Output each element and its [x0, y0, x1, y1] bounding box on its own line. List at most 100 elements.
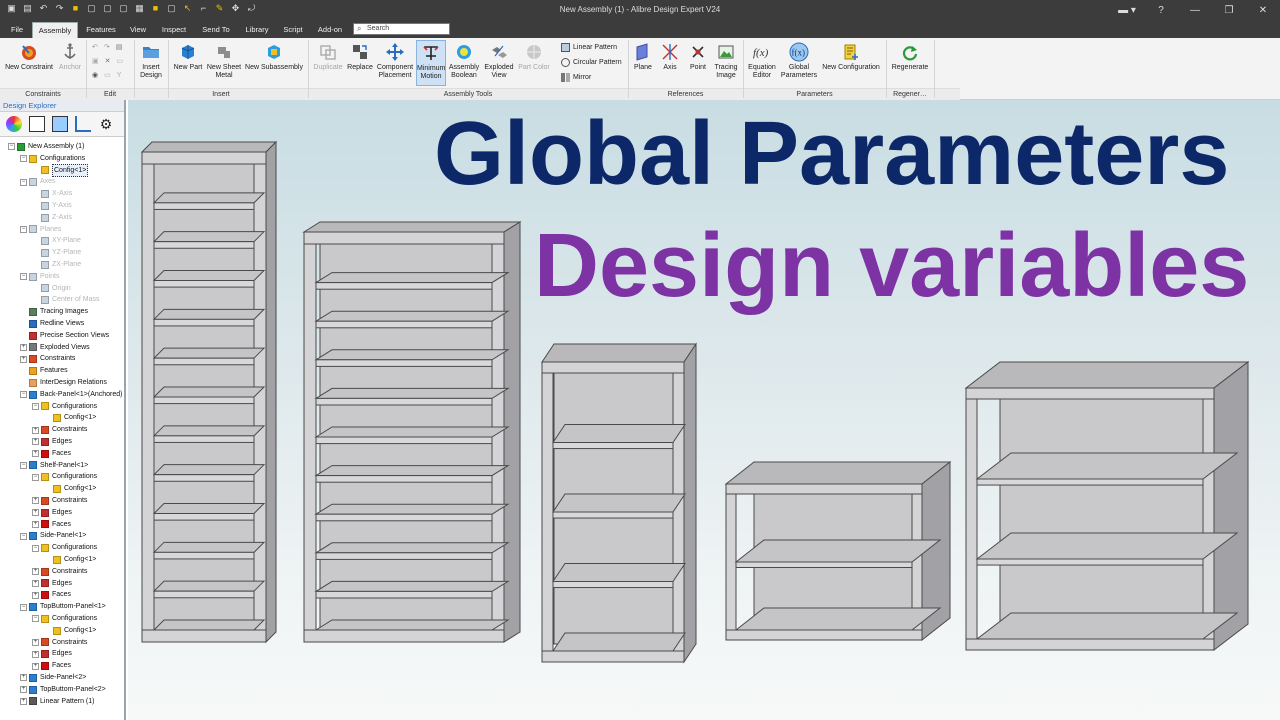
tree-item[interactable]: + Edges — [32, 578, 72, 590]
tree-item[interactable]: − Configurations — [32, 542, 97, 554]
replace-button[interactable]: Replace — [346, 42, 374, 72]
tree-item[interactable]: + Faces — [32, 519, 71, 531]
tree-item[interactable]: − Shelf-Panel<1> — [20, 460, 88, 472]
tree-item[interactable]: +Config<1> — [44, 625, 96, 637]
tree-item[interactable]: +Config<1> — [32, 163, 89, 178]
collapse-toggle[interactable]: − — [32, 473, 39, 481]
tree-item[interactable]: +Tracing Images — [20, 306, 88, 318]
tree-item[interactable]: +ZX-Plane — [32, 259, 81, 271]
mirror-button[interactable]: Mirror — [561, 73, 591, 82]
collapse-toggle[interactable]: − — [20, 155, 27, 163]
filter-icon[interactable]: Y — [117, 72, 122, 79]
tree-item[interactable]: +Z-Axis — [32, 212, 72, 224]
tree-item[interactable]: +Precise Section Views — [20, 330, 109, 342]
expand-toggle[interactable]: + — [20, 697, 27, 705]
tree-item[interactable]: − Configurations — [32, 613, 97, 625]
collapse-toggle[interactable]: − — [32, 615, 39, 623]
tree-item[interactable]: − Configurations — [32, 471, 97, 483]
tab-script[interactable]: Script — [278, 22, 308, 38]
part-color-button[interactable]: Part Color — [516, 42, 552, 72]
search-input[interactable]: ⌕ Search — [353, 23, 450, 35]
collapse-toggle[interactable]: − — [20, 532, 27, 540]
tree-item[interactable]: +Features — [20, 365, 68, 377]
expand-toggle[interactable]: + — [32, 450, 39, 458]
tree-item[interactable]: + TopButtom-Panel<2> — [20, 684, 106, 696]
tree-item[interactable]: + Exploded Views — [20, 342, 90, 354]
collapse-toggle[interactable]: − — [32, 402, 39, 410]
tree-item[interactable]: + Faces — [32, 589, 71, 601]
circular-pattern-button[interactable]: Circular Pattern — [561, 58, 622, 67]
tree-item[interactable]: − Back-Panel<1>(Anchored) — [20, 389, 123, 401]
minimum-motion-button[interactable]: Minimum Motion — [416, 40, 446, 86]
expand-toggle[interactable]: + — [32, 426, 39, 434]
tree-item[interactable]: + Linear Pattern (1) — [20, 696, 94, 708]
tree-item[interactable]: + Constraints — [32, 566, 87, 578]
expand-toggle[interactable]: + — [32, 638, 39, 646]
tree-item[interactable]: +Origin — [32, 283, 71, 295]
undo-icon[interactable]: ↶ — [92, 43, 98, 51]
expand-toggle[interactable]: + — [32, 568, 39, 576]
tree-item[interactable]: + Constraints — [32, 637, 87, 649]
tree-item[interactable]: +Config<1> — [44, 483, 96, 495]
new-part-button[interactable]: New Part — [172, 42, 204, 72]
tree-item[interactable]: − Side-Panel<1> — [20, 530, 86, 542]
panel-menu-icon[interactable]: ▬ ▾ — [1110, 0, 1144, 21]
axis-button[interactable]: Axis — [658, 42, 682, 72]
close-button[interactable]: ✕ — [1246, 0, 1280, 21]
tree-item[interactable]: +Y-Axis — [32, 200, 72, 212]
sketch-icon[interactable]: ▭ — [117, 57, 124, 65]
collapse-toggle[interactable]: − — [20, 225, 27, 233]
expand-toggle[interactable]: + — [20, 674, 27, 682]
regenerate-button[interactable]: Regenerate — [890, 42, 930, 72]
expand-toggle[interactable]: + — [20, 355, 27, 363]
new-constraint-button[interactable]: New Constraint — [3, 42, 55, 72]
collapse-toggle[interactable]: − — [20, 273, 27, 281]
3d-viewport[interactable]: Global Parameters Design variables — [128, 100, 1280, 720]
monitor-icon[interactable] — [52, 116, 68, 132]
collapse-toggle[interactable]: − — [20, 603, 27, 611]
maximize-button[interactable]: ❐ — [1212, 0, 1246, 21]
tree-item[interactable]: + Constraints — [20, 353, 75, 365]
tree-item[interactable]: + Edges — [32, 436, 72, 448]
expand-toggle[interactable]: + — [32, 509, 39, 517]
properties-icon[interactable]: ▤ — [116, 43, 123, 51]
tab-library[interactable]: Library — [238, 22, 276, 38]
global-parameters-button[interactable]: f(x) Global Parameters — [780, 42, 818, 80]
help-icon[interactable]: ? — [1144, 0, 1178, 21]
document-icon[interactable] — [29, 116, 45, 132]
minimize-button[interactable]: — — [1178, 0, 1212, 21]
suppress-icon[interactable]: ▭ — [104, 71, 111, 79]
tree-item[interactable]: +Config<1> — [44, 554, 96, 566]
tab-inspect[interactable]: Inspect — [154, 22, 194, 38]
expand-toggle[interactable]: + — [32, 520, 39, 528]
assembly-boolean-button[interactable]: Assembly Boolean — [448, 42, 480, 80]
tree-item[interactable]: +Center of Mass — [32, 294, 99, 306]
tree-item[interactable]: − TopButtom-Panel<1> — [20, 601, 106, 613]
tab-view[interactable]: View — [124, 22, 152, 38]
visibility-icon[interactable]: ◉ — [92, 71, 98, 79]
tree-item[interactable]: +InterDesign Relations — [20, 377, 107, 389]
expand-toggle[interactable]: + — [32, 662, 39, 670]
tree-item[interactable]: − Configurations — [32, 401, 97, 413]
color-wheel-icon[interactable] — [6, 116, 22, 132]
tree-item[interactable]: − Axes — [20, 176, 56, 188]
collapse-toggle[interactable]: − — [32, 544, 39, 552]
tree-item[interactable]: − Points — [20, 271, 59, 283]
expand-toggle[interactable]: + — [32, 497, 39, 505]
gear-icon[interactable]: ⚙ — [98, 116, 114, 132]
tree-item[interactable]: +Redline Views — [20, 318, 84, 330]
tab-features[interactable]: Features — [80, 22, 122, 38]
tree-item[interactable]: + Constraints — [32, 424, 87, 436]
component-placement-button[interactable]: Component Placement — [376, 42, 414, 80]
tree-item[interactable]: − Planes — [20, 224, 61, 236]
collapse-toggle[interactable]: − — [20, 178, 27, 186]
expand-toggle[interactable]: + — [32, 579, 39, 587]
new-configuration-button[interactable]: New Configuration — [821, 42, 881, 72]
expand-toggle[interactable]: + — [32, 438, 39, 446]
tree-item[interactable]: + Faces — [32, 448, 71, 460]
copy-icon[interactable]: ▣ — [92, 57, 99, 65]
tree-item[interactable]: +XY-Plane — [32, 235, 81, 247]
tree-item[interactable]: +Config<1> — [44, 412, 96, 424]
expand-toggle[interactable]: + — [20, 343, 27, 351]
tab-file[interactable]: File — [4, 22, 30, 38]
